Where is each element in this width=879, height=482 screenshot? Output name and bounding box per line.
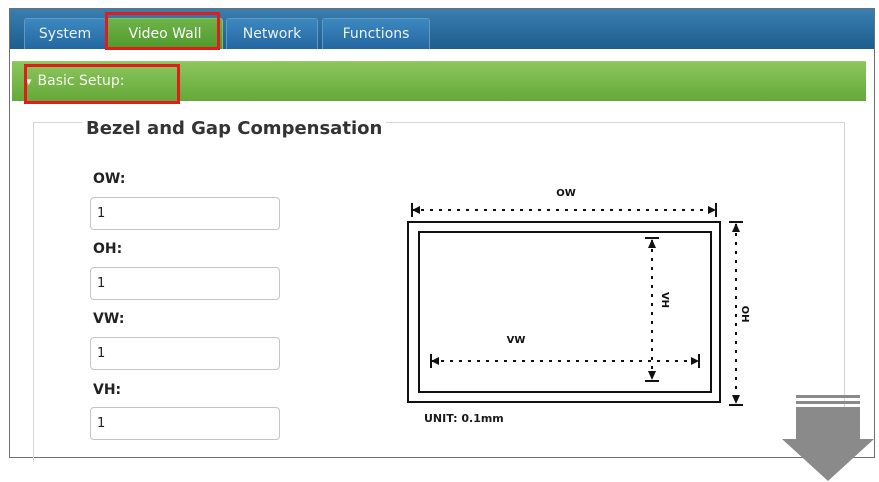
vw-input[interactable] (90, 337, 280, 370)
tab-functions[interactable]: Functions (322, 18, 430, 49)
vw-label: VW: (93, 311, 125, 327)
ow-dimension: OW (411, 188, 717, 217)
vh-dimension: VH (645, 237, 670, 382)
highlight-box-basic-setup (24, 64, 180, 104)
ow-label: OW: (93, 171, 126, 187)
oh-label: OH: (93, 241, 123, 257)
vw-dimension-label: VW (507, 335, 526, 346)
tab-bar: System Video Wall Network Functions (10, 9, 874, 49)
tab-system[interactable]: System (24, 18, 106, 49)
ow-dimension-label: OW (556, 188, 576, 199)
ow-input[interactable] (90, 197, 280, 230)
panel-title: Bezel and Gap Compensation (82, 118, 387, 139)
vh-dimension-label: VH (659, 292, 670, 308)
inner-viewable-area (418, 231, 712, 393)
vw-dimension: VW (430, 335, 700, 368)
tab-network[interactable]: Network (226, 18, 318, 49)
vh-input[interactable] (90, 407, 280, 440)
vh-label: VH: (93, 382, 122, 398)
oh-dimension: OH (729, 221, 750, 406)
tab-video-wall[interactable]: Video Wall (107, 18, 223, 49)
down-arrow-icon (782, 395, 874, 481)
unit-note: UNIT: 0.1mm (424, 412, 504, 425)
oh-input[interactable] (90, 267, 280, 300)
oh-dimension-label: OH (739, 306, 750, 323)
bezel-gap-diagram: OW OH VH VW (407, 188, 750, 406)
outer-display-frame (407, 221, 721, 403)
